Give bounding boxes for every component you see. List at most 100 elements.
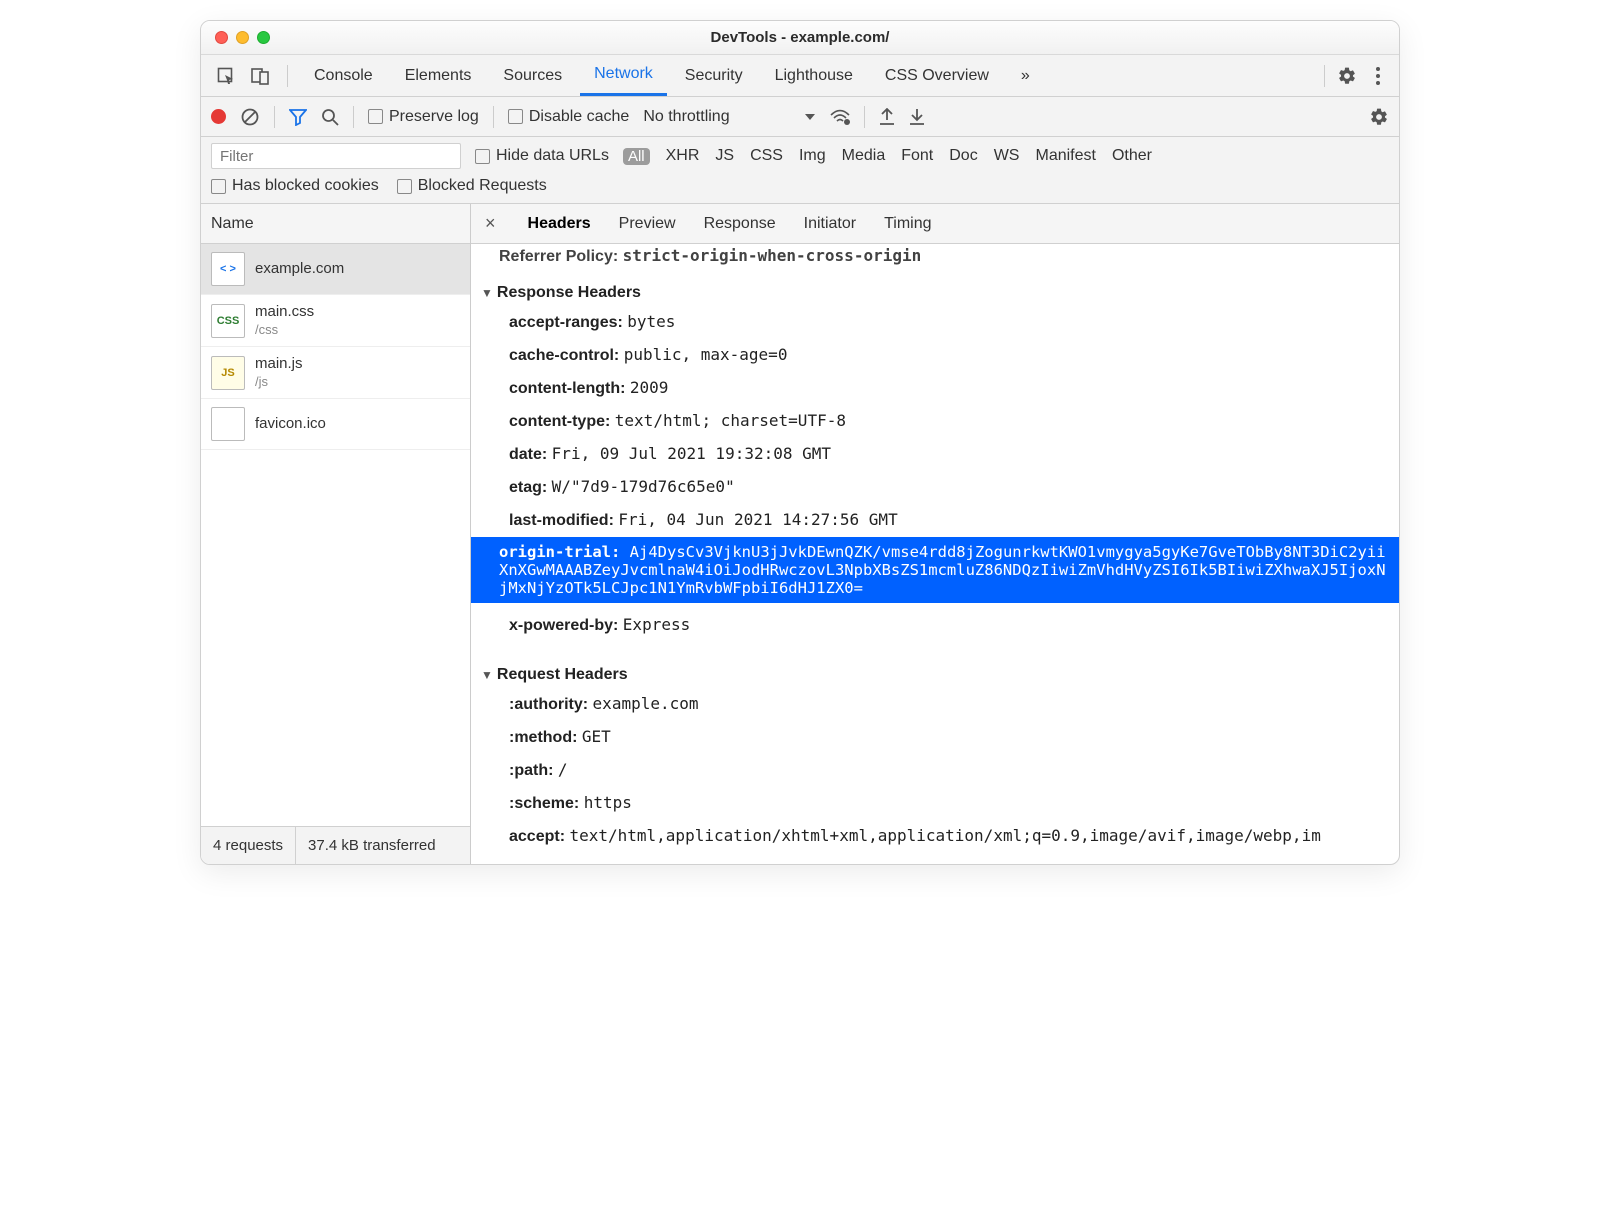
devtools-window: DevTools - example.com/ ConsoleElementsS… (200, 20, 1400, 865)
filter-type-media[interactable]: Media (842, 147, 886, 165)
checkbox-icon (475, 149, 490, 164)
maximize-window-button[interactable] (257, 31, 270, 44)
network-conditions-icon[interactable] (830, 109, 850, 125)
header-value: https (584, 793, 632, 812)
detail-tab-headers[interactable]: Headers (528, 204, 591, 243)
header-value: GET (582, 727, 611, 746)
header-line: Referrer Policy: strict-origin-when-cros… (471, 244, 1399, 274)
inspect-element-icon[interactable] (211, 61, 241, 91)
checkbox-icon (397, 179, 412, 194)
checkbox-icon (508, 109, 523, 124)
tab-security[interactable]: Security (671, 55, 757, 96)
header-line[interactable]: :path: / (481, 754, 1389, 787)
record-button[interactable] (211, 109, 226, 124)
hide-data-urls-checkbox[interactable]: Hide data URLs (475, 147, 609, 165)
header-key: :path: (509, 762, 558, 779)
detail-tab-response[interactable]: Response (704, 204, 776, 243)
header-line[interactable]: etag: W/"7d9-179d76c65e0" (481, 471, 1389, 504)
has-blocked-cookies-checkbox[interactable]: Has blocked cookies (211, 177, 379, 195)
dropdown-caret-icon[interactable] (804, 111, 816, 123)
header-value: W/"7d9-179d76c65e0" (552, 477, 735, 496)
response-headers-section[interactable]: ▼ Response Headers (481, 280, 1389, 306)
kebab-menu-icon[interactable] (1375, 66, 1381, 86)
filter-funnel-icon[interactable] (289, 108, 307, 126)
file-type-icon: < > (211, 252, 245, 286)
has-blocked-cookies-label: Has blocked cookies (232, 177, 379, 195)
header-line[interactable]: accept: text/html,application/xhtml+xml,… (481, 820, 1389, 853)
settings-gear-icon[interactable] (1337, 66, 1357, 86)
device-toolbar-icon[interactable] (245, 61, 275, 91)
upload-har-icon[interactable] (879, 108, 895, 126)
tab-sources[interactable]: Sources (489, 55, 576, 96)
header-line[interactable]: accept-ranges: bytes (481, 306, 1389, 339)
header-value: Fri, 04 Jun 2021 14:27:56 GMT (618, 510, 897, 529)
request-headers-section[interactable]: ▼ Request Headers (481, 662, 1389, 688)
separator (864, 106, 865, 128)
header-key: accept: (509, 828, 569, 845)
filter-type-other[interactable]: Other (1112, 147, 1152, 165)
header-line[interactable]: cache-control: public, max-age=0 (481, 339, 1389, 372)
request-row[interactable]: favicon.ico (201, 399, 470, 450)
filter-type-font[interactable]: Font (901, 147, 933, 165)
header-value: Express (623, 615, 690, 634)
throttling-select[interactable]: No throttling (643, 108, 729, 126)
filter-type-doc[interactable]: Doc (949, 147, 977, 165)
filter-type-all[interactable]: All (623, 148, 650, 165)
minimize-window-button[interactable] (236, 31, 249, 44)
header-value: 2009 (630, 378, 669, 397)
disable-cache-checkbox[interactable]: Disable cache (508, 108, 630, 126)
detail-tab-timing[interactable]: Timing (884, 204, 931, 243)
download-har-icon[interactable] (909, 108, 925, 126)
header-line[interactable]: content-type: text/html; charset=UTF-8 (481, 405, 1389, 438)
blocked-requests-checkbox[interactable]: Blocked Requests (397, 177, 547, 195)
header-line[interactable]: content-length: 2009 (481, 372, 1389, 405)
clear-icon[interactable] (240, 107, 260, 127)
tab-elements[interactable]: Elements (391, 55, 486, 96)
filter-type-xhr[interactable]: XHR (666, 147, 700, 165)
request-row[interactable]: JSmain.js/js (201, 347, 470, 399)
tabs-overflow-button[interactable]: » (1007, 55, 1044, 96)
filter-type-js[interactable]: JS (715, 147, 734, 165)
window-title: DevTools - example.com/ (201, 29, 1399, 46)
request-row[interactable]: CSSmain.css/css (201, 295, 470, 347)
request-row[interactable]: < > example.com (201, 244, 470, 295)
request-name: example.com (255, 260, 344, 279)
header-key: :authority: (509, 696, 593, 713)
header-key: :method: (509, 729, 582, 746)
header-value: Fri, 09 Jul 2021 19:32:08 GMT (552, 444, 831, 463)
header-value: / (558, 760, 568, 779)
network-settings-gear-icon[interactable] (1369, 107, 1389, 127)
close-window-button[interactable] (215, 31, 228, 44)
detail-tab-initiator[interactable]: Initiator (804, 204, 856, 243)
header-line[interactable]: :scheme: https (481, 787, 1389, 820)
separator (493, 106, 494, 128)
header-value: text/html; charset=UTF-8 (615, 411, 846, 430)
disclosure-triangle-icon: ▼ (481, 286, 493, 300)
filter-type-manifest[interactable]: Manifest (1035, 147, 1095, 165)
tab-network[interactable]: Network (580, 55, 667, 96)
tab-lighthouse[interactable]: Lighthouse (761, 55, 867, 96)
request-name: favicon.ico (255, 415, 326, 434)
header-line[interactable]: x-powered-by: Express (481, 609, 1389, 642)
filter-input[interactable] (211, 143, 461, 169)
request-list-header[interactable]: Name (201, 204, 470, 244)
headers-body[interactable]: Referrer Policy: strict-origin-when-cros… (471, 244, 1399, 864)
header-line[interactable]: date: Fri, 09 Jul 2021 19:32:08 GMT (481, 438, 1389, 471)
preserve-log-checkbox[interactable]: Preserve log (368, 108, 479, 126)
header-line[interactable]: :method: GET (481, 721, 1389, 754)
detail-tab-preview[interactable]: Preview (619, 204, 676, 243)
filter-type-img[interactable]: Img (799, 147, 826, 165)
header-line[interactable]: last-modified: Fri, 04 Jun 2021 14:27:56… (481, 504, 1389, 537)
tab-css-overview[interactable]: CSS Overview (871, 55, 1003, 96)
tab-console[interactable]: Console (300, 55, 387, 96)
separator (287, 65, 288, 87)
header-line[interactable]: :authority: example.com (481, 688, 1389, 721)
detail-tabs: × Headers Preview Response Initiator Timing (471, 204, 1399, 244)
close-details-button[interactable]: × (477, 213, 504, 234)
filter-type-ws[interactable]: WS (994, 147, 1020, 165)
header-line-origin-trial[interactable]: origin-trial: Aj4DysCv3VjknU3jJvkDEwnQZK… (471, 537, 1399, 603)
header-value: public, max-age=0 (624, 345, 788, 364)
disable-cache-label: Disable cache (529, 108, 630, 126)
filter-type-css[interactable]: CSS (750, 147, 783, 165)
search-icon[interactable] (321, 108, 339, 126)
